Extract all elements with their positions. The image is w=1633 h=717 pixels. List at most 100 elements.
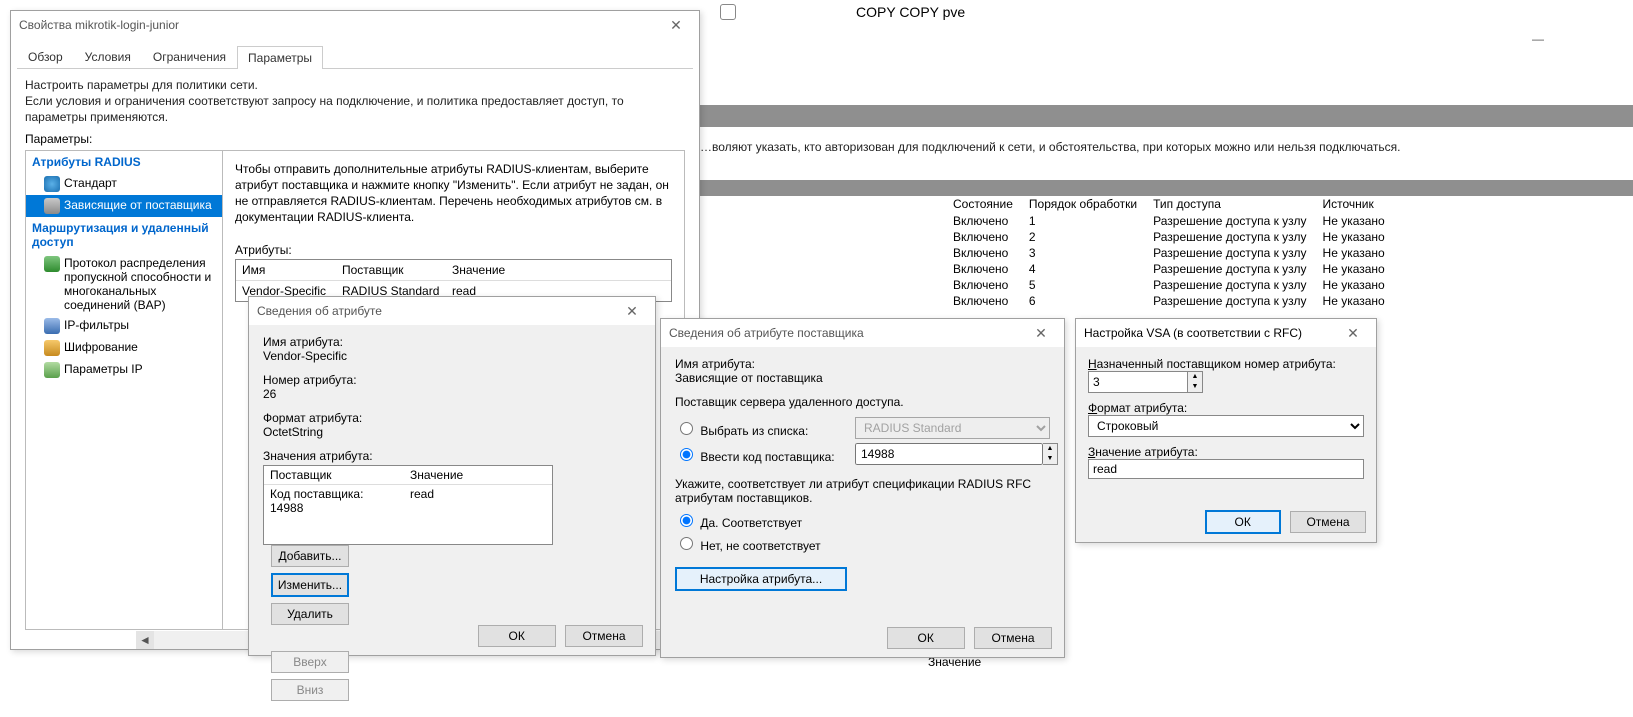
radio-label: Да. Соответствует — [700, 516, 802, 530]
column-header: Тип доступа — [1145, 195, 1314, 213]
network-icon — [44, 256, 60, 272]
cancel-button[interactable]: Отмена — [1290, 511, 1366, 533]
col-name: Имя — [236, 260, 336, 280]
desc-line-2: Если условия и ограничения соответствуют… — [25, 93, 685, 125]
table-row[interactable]: Включено4Разрешение доступа к узлуНе ука… — [945, 261, 1393, 277]
radio-rfc-no[interactable]: Нет, не соответствует — [675, 539, 821, 553]
cell: Разрешение доступа к узлу — [1145, 245, 1314, 261]
vsa-num-label: Назначенный поставщиком номер атрибута: — [1088, 357, 1364, 371]
tree-item-encryption[interactable]: Шифрование — [26, 337, 222, 359]
cell: Разрешение доступа к узлу — [1145, 293, 1314, 309]
close-icon[interactable]: ✕ — [1338, 325, 1368, 342]
attr-name-value: Vendor-Specific — [263, 349, 641, 363]
tree-item-label: Параметры IP — [64, 362, 143, 376]
tree-item-label: Протокол распределения пропускной способ… — [64, 256, 216, 312]
server-vendor-label: Поставщик сервера удаленного доступа. — [675, 395, 1050, 409]
app-icon — [720, 4, 736, 20]
ok-button[interactable]: ОК — [887, 627, 965, 649]
close-icon[interactable]: ✕ — [661, 17, 691, 34]
tree-item-label: Стандарт — [64, 176, 117, 190]
tab-параметры[interactable]: Параметры — [237, 46, 323, 69]
vsa-num-input[interactable] — [1088, 371, 1188, 393]
col-value: Значение — [404, 466, 469, 484]
spin-up-icon[interactable]: ▲ — [1188, 372, 1202, 382]
radio-label: Выбрать из списка: — [700, 424, 808, 438]
bg-description: …воляют указать, кто авторизован для под… — [700, 140, 1593, 154]
radio-rfc-yes[interactable]: Да. Соответствует — [675, 516, 802, 530]
table-row[interactable]: Включено1Разрешение доступа к узлуНе ука… — [945, 213, 1393, 229]
add-button[interactable]: Добавить... — [271, 545, 349, 567]
spin-up-icon[interactable]: ▲ — [1043, 444, 1057, 454]
cell: Включено — [945, 213, 1021, 229]
configure-attribute-button[interactable]: Настройка атрибута... — [675, 567, 847, 591]
ok-button[interactable]: ОК — [1205, 510, 1281, 534]
spin-down-icon[interactable]: ▼ — [1188, 382, 1202, 392]
ok-button[interactable]: ОК — [478, 625, 556, 647]
params-tree: Атрибуты RADIUS Стандарт Зависящие от по… — [26, 151, 223, 629]
delete-button[interactable]: Удалить — [271, 603, 349, 625]
attr-fmt-label: Формат атрибута: — [263, 411, 641, 425]
rfc-question-label: Укажите, соответствует ли атрибут специф… — [675, 477, 1050, 505]
tab-условия[interactable]: Условия — [74, 45, 142, 68]
tree-item-bap[interactable]: Протокол распределения пропускной способ… — [26, 253, 222, 315]
tree-item-standard[interactable]: Стандарт — [26, 173, 222, 195]
close-icon[interactable]: ✕ — [617, 303, 647, 320]
attributes-label: Атрибуты: — [235, 243, 672, 257]
cell: Разрешение доступа к узлу — [1145, 261, 1314, 277]
dialog-title: Сведения об атрибуте поставщика — [669, 326, 1026, 340]
tree-item-vendor-specific[interactable]: Зависящие от поставщика — [26, 195, 222, 217]
tree-item-ip-filters[interactable]: IP-фильтры — [26, 315, 222, 337]
cell: Разрешение доступа к узлу — [1145, 277, 1314, 293]
scroll-left-icon[interactable]: ◄ — [136, 631, 154, 649]
category-radius: Атрибуты RADIUS — [26, 151, 222, 173]
cell: 2 — [1021, 229, 1145, 245]
attribute-info-dialog: Сведения об атрибуте ✕ Имя атрибута:Vend… — [248, 296, 656, 656]
tab-ограничения[interactable]: Ограничения — [142, 45, 237, 68]
table-row[interactable]: Включено2Разрешение доступа к узлуНе ука… — [945, 229, 1393, 245]
radio-enter-vendor-code[interactable]: Ввести код поставщика: — [675, 445, 855, 464]
cell: 4 — [1021, 261, 1145, 277]
intro-text: Чтобы отправить дополнительные атрибуты … — [235, 161, 672, 226]
cell: Включено — [945, 245, 1021, 261]
cell: Не указано — [1315, 213, 1393, 229]
vsa-config-dialog: Настройка VSA (в соответствии с RFC) ✕ Н… — [1075, 318, 1377, 543]
vsa-fmt-select[interactable]: Строковый — [1088, 415, 1364, 437]
cell: Включено — [945, 261, 1021, 277]
table-row[interactable]: Включено5Разрешение доступа к узлуНе ука… — [945, 277, 1393, 293]
cell: Не указано — [1315, 229, 1393, 245]
cancel-button[interactable]: Отмена — [565, 625, 643, 647]
tree-item-ip-params[interactable]: Параметры IP — [26, 359, 222, 381]
vsa-val-label: Значение атрибута: — [1088, 445, 1364, 459]
spin-down-icon[interactable]: ▼ — [1043, 454, 1057, 464]
minimize-button[interactable]: — — [1523, 32, 1553, 46]
close-icon[interactable]: ✕ — [1026, 325, 1056, 342]
bg-policies-table: СостояниеПорядок обработкиТип доступаИст… — [945, 195, 1393, 309]
cell: Не указано — [1315, 277, 1393, 293]
dialog-title: Настройка VSA (в соответствии с RFC) — [1084, 326, 1338, 340]
cell: Код поставщика: 14988 — [264, 485, 404, 517]
desc-line-1: Настроить параметры для политики сети. — [25, 77, 685, 93]
cell: Включено — [945, 229, 1021, 245]
vendor-code-input[interactable] — [855, 443, 1043, 465]
cell: 1 — [1021, 213, 1145, 229]
cell: Разрешение доступа к узлу — [1145, 229, 1314, 245]
dialog-title: Сведения об атрибуте — [257, 304, 617, 318]
table-row[interactable]: Включено3Разрешение доступа к узлуНе ука… — [945, 245, 1393, 261]
move-up-button: Вверх — [271, 651, 349, 673]
tree-item-label: Зависящие от поставщика — [64, 198, 212, 212]
tree-item-label: IP-фильтры — [64, 318, 129, 332]
cancel-button[interactable]: Отмена — [974, 627, 1052, 649]
vsa-val-input[interactable] — [1088, 459, 1364, 479]
radio-select-from-list[interactable]: Выбрать из списка: — [675, 419, 855, 438]
list-item[interactable]: Код поставщика: 14988read — [264, 485, 552, 517]
attr-fmt-value: OctetString — [263, 425, 641, 439]
cell: 6 — [1021, 293, 1145, 309]
tab-обзор[interactable]: Обзор — [17, 45, 74, 68]
cell: Не указано — [1315, 293, 1393, 309]
edit-button[interactable]: Изменить... — [271, 573, 349, 597]
attr-name-value: Зависящие от поставщика — [675, 371, 1050, 385]
table-row[interactable]: Включено6Разрешение доступа к узлуНе ука… — [945, 293, 1393, 309]
attr-values-list[interactable]: ПоставщикЗначение Код поставщика: 14988r… — [263, 465, 553, 545]
attr-num-value: 26 — [263, 387, 641, 401]
filter-icon — [44, 318, 60, 334]
